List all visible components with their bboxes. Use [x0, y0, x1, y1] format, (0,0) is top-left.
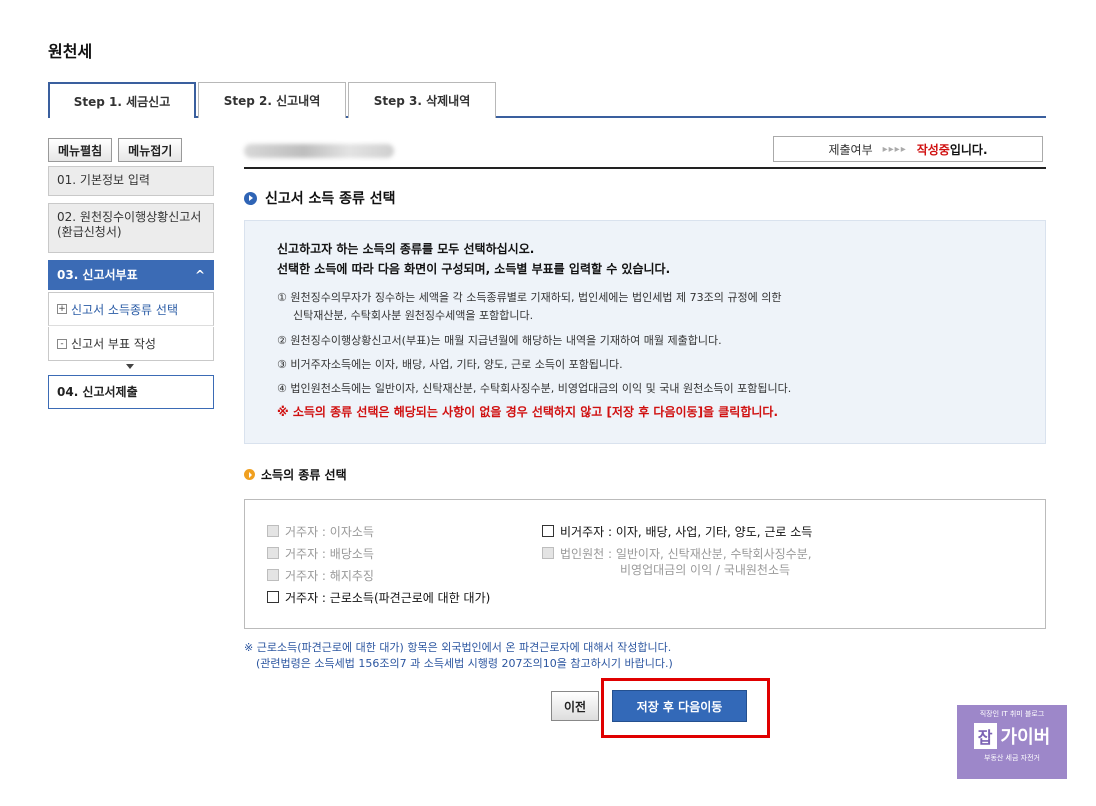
instruction-warning: ※ 소득의 종류 선택은 해당되는 사항이 없을 경우 선택하지 않고 [저장 …: [277, 405, 779, 419]
save-and-next-button[interactable]: 저장 후 다음이동: [612, 690, 747, 722]
logo-subtitle: 부동산 세금 자전거: [984, 754, 1040, 762]
checkbox-disabled: [267, 525, 279, 537]
sidebar-subitem-label: 신고서 소득종류 선택: [71, 302, 178, 317]
instruction-box: 신고하고자 하는 소득의 종류를 모두 선택하십시오. 선택한 소득에 따라 다…: [244, 220, 1046, 444]
sidebar-item-submit[interactable]: 04. 신고서제출: [48, 375, 214, 409]
watermark-logo: 직장인 IT 취미 블로그 잡 가이버 부동산 세금 자전거: [957, 705, 1067, 779]
chevron-up-icon: ^: [194, 267, 205, 282]
instruction-line: ② 원천징수이행상황신고서(부표)는 매월 지급년월에 해당하는 내역을 기재하…: [277, 334, 722, 347]
instruction-line: ③ 비거주자소득에는 이자, 배당, 사업, 기타, 양도, 근로 소득이 포함…: [277, 358, 623, 371]
instruction-line: 신탁재산분, 수탁회사분 원천징수세액을 포함합니다.: [293, 309, 534, 322]
status-label: 제출여부: [828, 142, 873, 157]
checkbox[interactable]: [542, 525, 554, 537]
status-suffix: 입니다.: [949, 142, 988, 157]
footnote-line: (관련법령은 소득세법 156조의7 과 소득세법 시행령 207조의10을 참…: [256, 657, 673, 670]
instruction-line: ① 원천징수의무자가 징수하는 세액을 각 소득종류별로 기재하되, 법인세에는…: [277, 291, 782, 304]
tab-step1[interactable]: Step 1. 세금신고: [48, 82, 196, 120]
logo-tagline: 직장인 IT 취미 블로그: [979, 710, 1045, 718]
checkbox-corporate-source: 법인원천 : 일반이자, 신탁재산분, 수탁회사징수분, 비영업대금의 이익 /…: [542, 546, 812, 578]
checkbox-disabled: [267, 547, 279, 559]
tab-step3[interactable]: Step 3. 삭제내역: [348, 82, 496, 118]
checkbox-resident-termination: 거주자 : 해지추징: [267, 568, 374, 584]
footnote-line: ※ 근로소득(파견근로에 대한 대가) 항목은 외국법인에서 온 파견근로자에 …: [244, 641, 672, 654]
instruction-heading: 선택한 소득에 따라 다음 화면이 구성되며, 소득별 부표를 입력할 수 있습…: [277, 262, 671, 276]
minus-box-icon: -: [57, 338, 67, 349]
subsection-title: 소득의 종류 선택: [244, 466, 347, 483]
sidebar-subitem-attachment-write[interactable]: - 신고서 부표 작성: [48, 327, 214, 361]
arrow-down-icon: [126, 364, 134, 369]
instruction-line: ④ 법인원천소득에는 일반이자, 신탁재산분, 수탁회사징수분, 비영업대금의 …: [277, 382, 792, 395]
checkbox[interactable]: [267, 591, 279, 603]
checkbox-disabled: [267, 569, 279, 581]
checkbox-resident-interest: 거주자 : 이자소득: [267, 524, 374, 540]
status-value: 작성중: [916, 142, 950, 157]
section-title-text: 신고서 소득 종류 선택: [265, 191, 396, 207]
checkbox-nonresident[interactable]: 비거주자 : 이자, 배당, 사업, 기타, 양도, 근로 소득: [542, 524, 812, 540]
sidebar-item-withholding-report[interactable]: 02. 원천징수이행상황신고서(환급신청서): [48, 203, 214, 253]
plus-box-icon: +: [57, 304, 67, 314]
sidebar-item-attachment[interactable]: 03. 신고서부표 ^: [48, 260, 214, 290]
instruction-heading: 신고하고자 하는 소득의 종류를 모두 선택하십시오.: [277, 242, 535, 256]
arrows-icon: ▸▸▸▸: [882, 143, 907, 155]
corporate-line: 비영업대금의 이익 / 국내원천소득: [620, 563, 791, 577]
submission-status: 제출여부 ▸▸▸▸ 작성중 입니다.: [773, 136, 1043, 162]
checkbox-disabled: [542, 547, 554, 559]
menu-expand-button[interactable]: 메뉴펼침: [48, 138, 113, 162]
checkbox-resident-dividend: 거주자 : 배당소득: [267, 546, 374, 562]
menu-collapse-button[interactable]: 메뉴접기: [118, 138, 183, 162]
header-divider: [244, 167, 1046, 169]
blurred-taxpayer-name: [244, 144, 394, 158]
corporate-line: 법인원천 : 일반이자, 신탁재산분, 수탁회사징수분,: [560, 547, 812, 561]
sidebar-item-basic-info[interactable]: 01. 기본정보 입력: [48, 166, 214, 196]
subsection-title-text: 소득의 종류 선택: [261, 468, 347, 482]
previous-button[interactable]: 이전: [551, 691, 599, 721]
sidebar-subitem-label: 신고서 부표 작성: [71, 337, 156, 351]
checkbox-resident-labor[interactable]: 거주자 : 근로소득(파견근로에 대한 대가): [267, 590, 490, 606]
income-type-options: 거주자 : 이자소득 거주자 : 배당소득 거주자 : 해지추징 거주자 : 근…: [244, 499, 1046, 629]
logo-name: 가이버: [1000, 727, 1051, 748]
logo-mark: 잡: [973, 723, 997, 749]
sidebar-subitem-income-type[interactable]: + 신고서 소득종류 선택: [48, 292, 214, 326]
circle-arrow-icon: [244, 469, 255, 480]
circle-arrow-icon: [244, 191, 257, 205]
section-title: 신고서 소득 종류 선택: [244, 188, 396, 208]
tab-step2[interactable]: Step 2. 신고내역: [198, 82, 346, 118]
sidebar-buttons: 메뉴펼침 메뉴접기: [48, 138, 214, 162]
page-title: 원천세: [48, 42, 93, 61]
step-tabs: Step 1. 세금신고 Step 2. 신고내역 Step 3. 삭제내역: [48, 82, 1046, 120]
sidebar-item-label: 03. 신고서부표: [57, 267, 138, 282]
